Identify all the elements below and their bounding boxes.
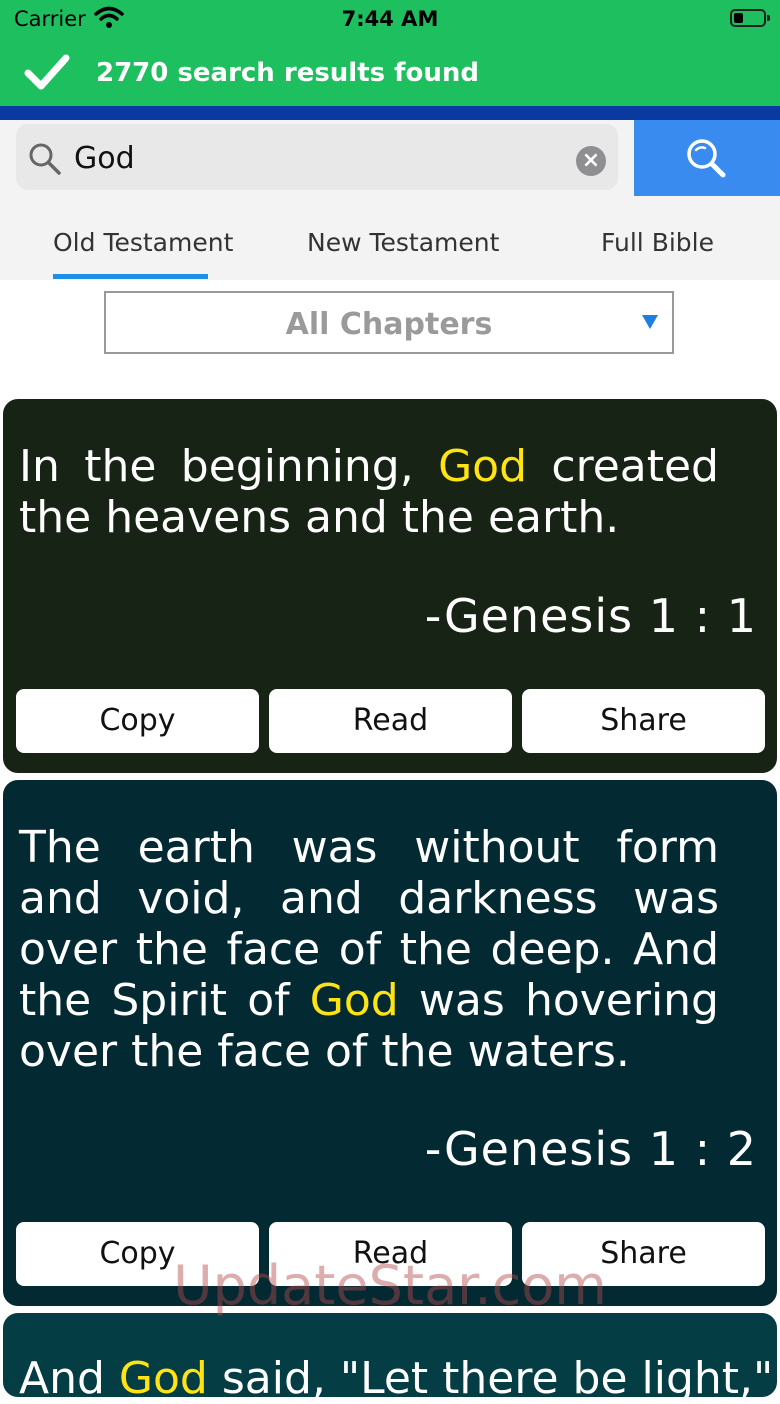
selected-tab-indicator bbox=[53, 274, 208, 279]
verse-reference: -Genesis 1 : 1 bbox=[424, 589, 757, 643]
clear-search-button[interactable]: × bbox=[576, 146, 606, 176]
search-icon bbox=[687, 139, 726, 178]
search-query[interactable]: God bbox=[74, 141, 135, 176]
status-bar: Carrier 7:44 AM bbox=[0, 0, 780, 38]
read-button[interactable]: Read bbox=[269, 689, 512, 753]
battery-icon bbox=[730, 9, 770, 27]
checkmark-icon bbox=[24, 54, 70, 90]
copy-button[interactable]: Copy bbox=[16, 1222, 259, 1286]
copy-button[interactable]: Copy bbox=[16, 689, 259, 753]
verse-text: In the beginning, God created the heaven… bbox=[19, 441, 719, 543]
tab-new-testament[interactable]: New Testament bbox=[307, 228, 499, 257]
result-card: In the beginning, God created the heaven… bbox=[0, 396, 780, 776]
search-bar: God × bbox=[0, 120, 780, 197]
chapter-dropdown[interactable]: All Chapters bbox=[104, 291, 674, 354]
verse-reference: -Genesis 1 : 2 bbox=[424, 1122, 757, 1176]
verse-text: And God said, "Let there be light," bbox=[19, 1353, 774, 1404]
search-highlight: God bbox=[438, 441, 528, 492]
testament-tabs: Old Testament New Testament Full Bible bbox=[0, 196, 780, 280]
results-banner: 2770 search results found bbox=[0, 38, 780, 106]
tab-full-bible[interactable]: Full Bible bbox=[601, 228, 714, 257]
share-button[interactable]: Share bbox=[522, 689, 765, 753]
tab-old-testament[interactable]: Old Testament bbox=[53, 228, 233, 257]
chapter-dropdown-value: All Chapters bbox=[285, 307, 493, 342]
read-button[interactable]: Read bbox=[269, 1222, 512, 1286]
results-count-message: 2770 search results found bbox=[96, 58, 479, 88]
search-highlight: God bbox=[309, 975, 399, 1026]
search-icon bbox=[29, 143, 61, 175]
search-button[interactable] bbox=[634, 120, 780, 196]
divider bbox=[0, 106, 780, 120]
dropdown-arrow-icon bbox=[642, 315, 658, 329]
result-card: The earth was without form and void, and… bbox=[0, 777, 780, 1309]
search-highlight: God bbox=[118, 1353, 208, 1404]
share-button[interactable]: Share bbox=[522, 1222, 765, 1286]
verse-text: The earth was without form and void, and… bbox=[19, 822, 719, 1077]
search-input[interactable]: God × bbox=[16, 124, 618, 190]
clock: 7:44 AM bbox=[341, 7, 439, 31]
